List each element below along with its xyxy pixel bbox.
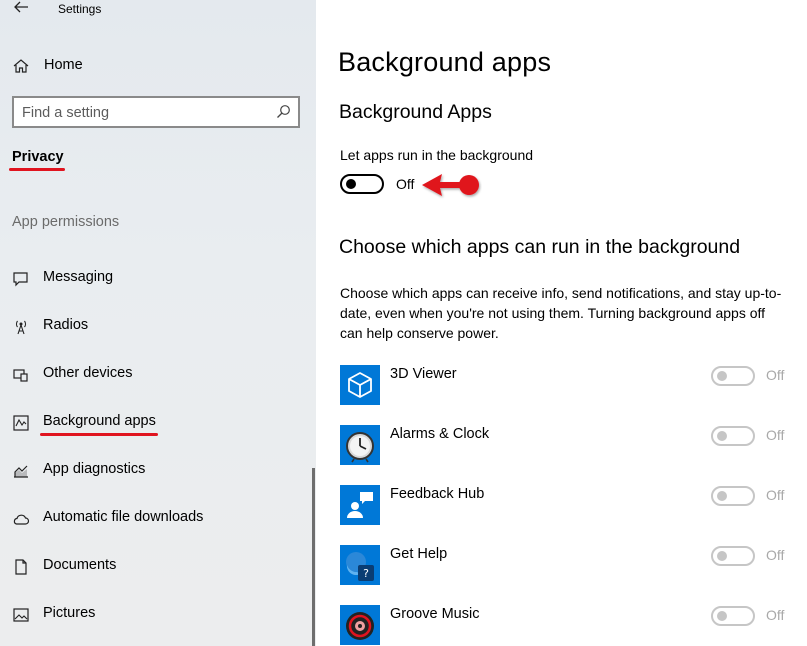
sidebar-item-label: Radios (43, 317, 89, 333)
apps-section-title: Choose which apps can run in the backgro… (339, 236, 741, 258)
app-diagnostics-icon (14, 465, 28, 478)
get-help-icon: ? (340, 545, 380, 585)
nav-home[interactable]: Home (0, 50, 316, 80)
app-name: 3D Viewer (390, 366, 457, 382)
sidebar-item-automatic-file-downloads[interactable]: Automatic file downloads (0, 503, 316, 535)
app-row-get-help: ? Get Help Off (340, 545, 807, 589)
messaging-icon (13, 272, 28, 287)
toggle-knob (717, 371, 727, 381)
apps-section-description: Choose which apps can receive info, send… (340, 285, 782, 341)
app-toggle-state: Off (766, 367, 785, 383)
app-toggle-state: Off (766, 427, 785, 443)
page-title: Background apps (338, 47, 552, 77)
search-icon[interactable] (275, 104, 291, 120)
main-content: Background apps Background Apps Let apps… (316, 0, 807, 646)
app-row-3d-viewer: 3D Viewer Off (340, 365, 807, 409)
home-icon (13, 59, 29, 73)
alarms-clock-icon (340, 425, 380, 465)
red-arrow-annotation (422, 174, 479, 196)
app-name: Get Help (390, 546, 448, 562)
master-toggle-state: Off (396, 176, 415, 192)
app-toggle[interactable] (711, 606, 755, 626)
section-title: Background Apps (339, 101, 492, 123)
app-toggle-state: Off (766, 487, 785, 503)
window-title: Settings (58, 2, 102, 16)
app-row-groove-music: Groove Music Off (340, 605, 807, 646)
sidebar-item-messaging[interactable]: Messaging (0, 263, 316, 295)
toggle-knob (717, 431, 727, 441)
toggle-knob (717, 491, 727, 501)
sidebar-item-app-diagnostics[interactable]: App diagnostics (0, 455, 316, 487)
app-name: Groove Music (390, 606, 480, 622)
app-toggle[interactable] (711, 426, 755, 446)
sidebar-item-radios[interactable]: Radios (0, 311, 316, 343)
svg-text:?: ? (363, 567, 369, 580)
sidebar-item-label: Automatic file downloads (43, 509, 204, 525)
background-apps-annotation-underline (40, 433, 158, 436)
radios-icon (15, 320, 27, 335)
toggle-knob (346, 179, 356, 189)
sidebar-item-other-devices[interactable]: Other devices (0, 359, 316, 391)
sidebar-item-label: Messaging (43, 269, 114, 285)
feedback-hub-icon (340, 485, 380, 525)
sidebar-item-documents[interactable]: Documents (0, 551, 316, 583)
search-box[interactable] (12, 96, 300, 128)
sidebar-item-label: App diagnostics (43, 461, 146, 477)
section-heading: App permissions (12, 214, 120, 230)
sidebar-item-label: Documents (43, 557, 117, 573)
app-name: Feedback Hub (390, 486, 485, 502)
app-toggle[interactable] (711, 546, 755, 566)
app-name: Alarms & Clock (390, 426, 490, 442)
sidebar-scrollbar[interactable] (312, 468, 315, 646)
app-row-feedback-hub: Feedback Hub Off (340, 485, 807, 529)
app-toggle-state: Off (766, 607, 785, 623)
groove-music-icon (340, 605, 380, 645)
background-apps-icon (13, 415, 29, 431)
sidebar-item-label: Other devices (43, 365, 133, 381)
search-input[interactable] (22, 103, 262, 123)
app-toggle-state: Off (766, 547, 785, 563)
app-toggle[interactable] (711, 486, 755, 506)
back-arrow-icon (14, 1, 28, 13)
toggle-knob (717, 611, 727, 621)
sidebar: Settings Home Privacy App permissions Me… (0, 0, 316, 646)
master-toggle[interactable] (340, 174, 384, 194)
sidebar-item-label: Pictures (43, 605, 96, 621)
app-toggle[interactable] (711, 366, 755, 386)
sidebar-item-label: Background apps (43, 413, 156, 429)
document-icon (15, 559, 27, 575)
privacy-annotation-underline (9, 168, 65, 171)
other-devices-icon (13, 369, 28, 382)
title-bar: Settings (0, 0, 316, 20)
app-row-alarms-clock: Alarms & Clock Off (340, 425, 807, 469)
3d-viewer-icon (340, 365, 380, 405)
sidebar-item-pictures[interactable]: Pictures (0, 599, 316, 631)
master-toggle-label: Let apps run in the background (340, 147, 534, 163)
toggle-knob (717, 551, 727, 561)
nav-home-label: Home (44, 57, 83, 73)
back-button[interactable] (10, 0, 32, 17)
cloud-icon (13, 514, 30, 525)
category-title: Privacy (12, 149, 64, 165)
pictures-icon (13, 608, 29, 622)
